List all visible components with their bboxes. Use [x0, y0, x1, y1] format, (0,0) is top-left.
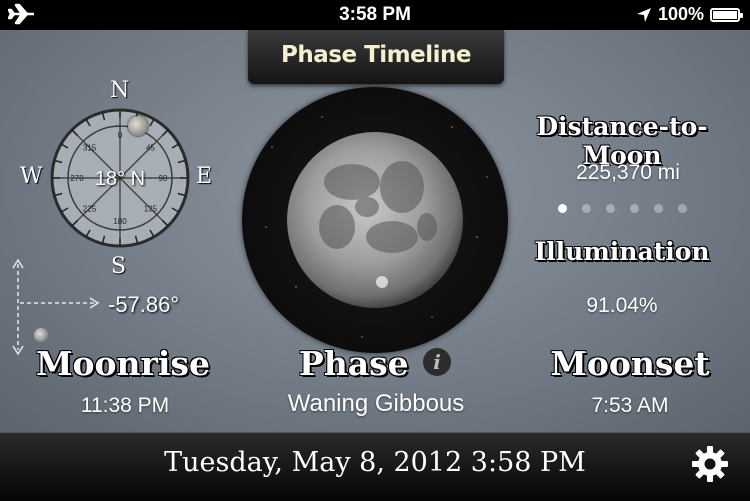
phase-timeline-button[interactable]: Phase Timeline: [248, 30, 504, 84]
altitude-arrows-icon: [12, 258, 100, 356]
compass-moon-marker: [128, 116, 148, 136]
compass-heading: 18° N: [94, 168, 146, 190]
moon-image: [265, 116, 488, 338]
page-dot[interactable]: [678, 204, 687, 213]
compass-west: W: [20, 164, 43, 189]
page-dot[interactable]: [582, 204, 591, 213]
page-indicator[interactable]: [558, 202, 698, 214]
compass-degree-label: 0: [118, 131, 123, 140]
compass-degree-label: 45: [146, 144, 155, 153]
compass[interactable]: 0 45 90 135 180 225 270 315 N S W E 18° N: [18, 76, 218, 282]
gear-icon[interactable]: [690, 444, 730, 484]
compass-north: N: [110, 78, 130, 103]
altitude-moon-icon: [34, 328, 48, 342]
compass-degree-label: 180: [113, 217, 127, 226]
phase-value: Waning Gibbous: [287, 390, 465, 417]
battery-icon: [710, 7, 743, 22]
altitude-indicator: -57.86°: [10, 258, 210, 358]
location-arrow-icon: [636, 7, 651, 22]
phase-timeline-label: Phase Timeline: [281, 42, 471, 68]
moonset-label: Moonset: [550, 344, 710, 383]
moonrise-label: Moonrise: [35, 344, 211, 383]
page-dot[interactable]: [558, 204, 567, 213]
main-panel: Phase Timeline 0 45 90 135 180 225 270 315 N S …: [0, 30, 750, 432]
page-dot[interactable]: [606, 204, 615, 213]
moonrise-value: 11:38 PM: [80, 394, 170, 417]
illumination-value: 91.04%: [586, 294, 658, 317]
compass-degree-label: 225: [83, 204, 97, 213]
illumination-label: Illumination: [534, 237, 710, 266]
moonset-value: 7:53 AM: [591, 394, 669, 417]
status-right: 100%: [636, 4, 743, 25]
distance-value: 225,370 mi: [576, 161, 680, 184]
footer-datetime[interactable]: Tuesday, May 8, 2012 3:58 PM: [0, 447, 750, 478]
compass-degree-label: 315: [83, 144, 97, 153]
phase-label: Phase: [298, 344, 409, 383]
footer-bar: Tuesday, May 8, 2012 3:58 PM: [0, 432, 750, 501]
altitude-value: -57.86°: [108, 292, 180, 317]
info-icon[interactable]: i: [423, 348, 452, 376]
compass-degree-label: 135: [144, 204, 158, 213]
page-dot[interactable]: [654, 204, 663, 213]
compass-east: E: [196, 164, 213, 189]
phase-header: Phase i: [250, 344, 500, 383]
status-bar: 3:58 PM 100%: [0, 0, 750, 30]
compass-degree-label: 90: [159, 174, 168, 183]
moon-display[interactable]: [242, 87, 508, 353]
battery-percent: 100%: [657, 4, 704, 24]
compass-degree-label: 270: [70, 174, 84, 183]
page-dot[interactable]: [630, 204, 639, 213]
